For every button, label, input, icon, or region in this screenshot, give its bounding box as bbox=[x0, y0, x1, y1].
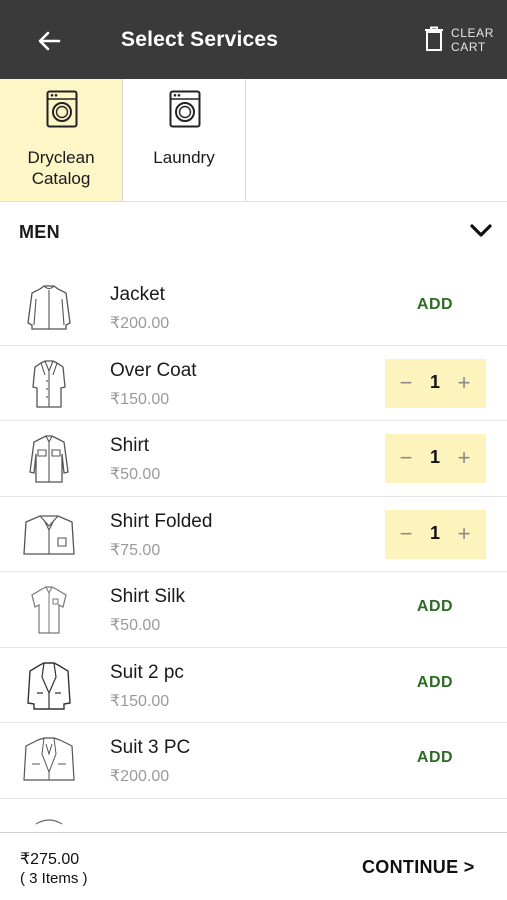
tab-dryclean-catalog[interactable]: Dryclean Catalog bbox=[0, 79, 123, 201]
item-name: Shirt Folded bbox=[110, 510, 213, 532]
item-name: Shirt Silk bbox=[110, 586, 185, 607]
clear-cart-label-line1: CLEAR bbox=[451, 26, 495, 40]
decrease-quantity-button[interactable]: − bbox=[393, 369, 419, 397]
increase-quantity-button[interactable]: + bbox=[451, 369, 477, 397]
tab-label-line1: Laundry bbox=[153, 148, 215, 167]
item-name: Over Coat bbox=[110, 359, 197, 381]
quantity-value: 1 bbox=[429, 447, 440, 467]
washing-machine-icon bbox=[169, 90, 201, 128]
arrow-left-icon bbox=[38, 31, 61, 51]
suit-icon bbox=[27, 661, 71, 710]
quantity-stepper: − 1 + bbox=[385, 509, 486, 559]
quantity-value: 1 bbox=[429, 371, 440, 392]
cart-item-count: ( 3 Items ) bbox=[20, 870, 88, 887]
sweater-icon bbox=[35, 818, 63, 825]
increase-quantity-button[interactable]: + bbox=[451, 520, 477, 548]
clear-cart-label: CLEAR CART bbox=[451, 26, 494, 54]
list-item: Suit 2 pc ₹150.00 ADD bbox=[0, 648, 507, 723]
item-name: Suit 2 pc bbox=[110, 661, 184, 683]
item-name: Suit 3 PC bbox=[110, 737, 191, 758]
tab-label-line2: Catalog bbox=[31, 169, 91, 188]
item-price: ₹150.00 bbox=[110, 390, 170, 408]
cart-total: ₹275.00 bbox=[20, 851, 80, 868]
item-price: ₹50.00 bbox=[110, 617, 161, 634]
quantity-stepper: − 1 + bbox=[385, 434, 486, 483]
overcoat-icon bbox=[32, 359, 66, 408]
tab-label: Dryclean Catalog bbox=[0, 147, 122, 189]
add-button[interactable]: ADD bbox=[395, 598, 475, 622]
add-button[interactable]: ADD bbox=[395, 674, 475, 698]
item-price: ₹150.00 bbox=[110, 692, 170, 710]
item-price: ₹75.00 bbox=[110, 541, 161, 559]
cart-footer: ₹275.00 ( 3 Items ) CONTINUE > bbox=[0, 832, 507, 900]
clear-cart-button[interactable]: CLEAR CART bbox=[424, 24, 500, 60]
tab-label: Laundry bbox=[123, 147, 245, 168]
tab-label-line1: Dryclean bbox=[27, 148, 95, 167]
jacket-icon bbox=[27, 285, 71, 330]
list-item: Shirt Silk ₹50.00 ADD bbox=[0, 572, 507, 648]
chevron-down-icon bbox=[470, 224, 492, 237]
item-price: ₹200.00 bbox=[110, 768, 170, 785]
item-price: ₹50.00 bbox=[110, 466, 161, 483]
list-item: Over Coat ₹150.00 − 1 + bbox=[0, 346, 507, 421]
washing-machine-icon bbox=[46, 90, 78, 128]
trash-icon bbox=[425, 26, 443, 51]
quantity-stepper: − 1 + bbox=[385, 358, 486, 408]
page-title: Select Services bbox=[121, 28, 279, 51]
continue-button[interactable]: CONTINUE > bbox=[362, 857, 475, 878]
item-name: Shirt bbox=[110, 435, 150, 456]
clear-cart-label-line2: CART bbox=[451, 40, 486, 54]
add-button[interactable]: ADD bbox=[395, 749, 475, 773]
service-item-list[interactable]: Jacket ₹200.00 ADD Over Coat ₹150.00 − 1… bbox=[0, 270, 507, 832]
section-header-men[interactable]: MEN bbox=[0, 202, 507, 260]
back-button[interactable] bbox=[30, 24, 68, 58]
list-item: Shirt ₹50.00 − 1 + bbox=[0, 421, 507, 497]
item-price: ₹200.00 bbox=[110, 315, 170, 332]
list-item-partial bbox=[0, 799, 507, 833]
list-item: Shirt Folded ₹75.00 − 1 + bbox=[0, 497, 507, 572]
silk-shirt-icon bbox=[31, 586, 67, 634]
quantity-value: 1 bbox=[429, 522, 440, 543]
decrease-quantity-button[interactable]: − bbox=[393, 520, 419, 548]
tab-laundry[interactable]: Laundry bbox=[123, 79, 246, 201]
three-piece-suit-icon bbox=[23, 737, 75, 781]
shirt-icon bbox=[29, 435, 69, 483]
top-app-bar: Select Services CLEAR CART bbox=[0, 0, 507, 79]
increase-quantity-button[interactable]: + bbox=[451, 444, 477, 472]
decrease-quantity-button[interactable]: − bbox=[393, 444, 419, 472]
add-button[interactable]: ADD bbox=[395, 296, 475, 320]
service-tabs: Dryclean Catalog Laundry bbox=[0, 79, 507, 202]
list-item: Jacket ₹200.00 ADD bbox=[0, 270, 507, 346]
section-title: MEN bbox=[19, 222, 60, 242]
item-name: Jacket bbox=[110, 284, 165, 305]
folded-shirt-icon bbox=[23, 514, 75, 555]
list-item: Suit 3 PC ₹200.00 ADD bbox=[0, 723, 507, 799]
